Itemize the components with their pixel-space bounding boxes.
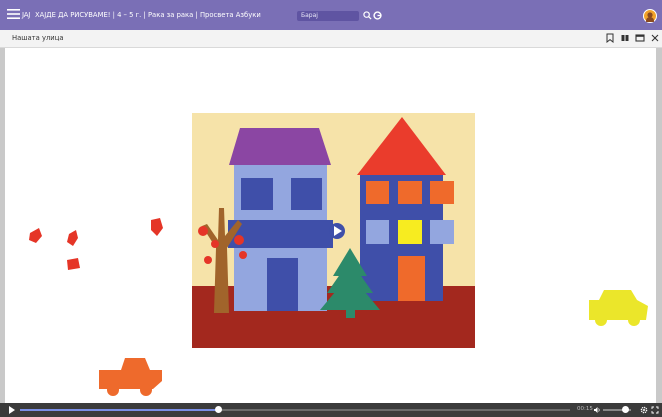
lesson-bar: Нашата улица: [0, 30, 662, 48]
leaf-shape: [67, 258, 80, 270]
volume-handle[interactable]: [621, 406, 629, 413]
progress-track[interactable]: [20, 409, 570, 411]
hamburger-menu-icon[interactable]: [7, 9, 20, 19]
leaf-shape: [67, 230, 78, 246]
user-avatar[interactable]: [643, 9, 657, 23]
fullscreen-icon[interactable]: [651, 406, 659, 414]
play-animation-button[interactable]: [329, 223, 345, 239]
google-icon[interactable]: [373, 11, 382, 20]
pages-icon[interactable]: [620, 33, 630, 43]
book-title: ХАЈДЕ ДА РИСУВАМЕ! | 4 – 5 г. | Рака за …: [35, 11, 261, 19]
top-bar: ЈАЈ ХАЈДЕ ДА РИСУВАМЕ! | 4 – 5 г. | Рака…: [0, 0, 662, 30]
yellow-car: [589, 290, 648, 326]
lesson-title: Нашата улица: [12, 34, 64, 42]
settings-icon[interactable]: [640, 406, 648, 414]
player-controls: 00:15: [0, 403, 662, 417]
leaf-shape: [29, 228, 42, 243]
leaf-shape: [151, 218, 163, 236]
orange-car: [99, 358, 162, 396]
progress-handle[interactable]: [214, 406, 222, 413]
street-illustration: [29, 113, 648, 396]
lesson-stage: [5, 48, 656, 404]
play-icon[interactable]: [9, 406, 15, 414]
brand-logo: ЈАЈ: [22, 11, 31, 19]
volume-icon[interactable]: [594, 407, 600, 413]
close-icon[interactable]: [650, 33, 660, 43]
search-input[interactable]: Барај: [297, 11, 359, 21]
progress-fill: [20, 409, 218, 411]
time-display: 00:15: [577, 406, 593, 412]
bookmark-icon[interactable]: [605, 33, 615, 43]
window-icon[interactable]: [635, 33, 645, 43]
search-icon[interactable]: [363, 11, 372, 20]
